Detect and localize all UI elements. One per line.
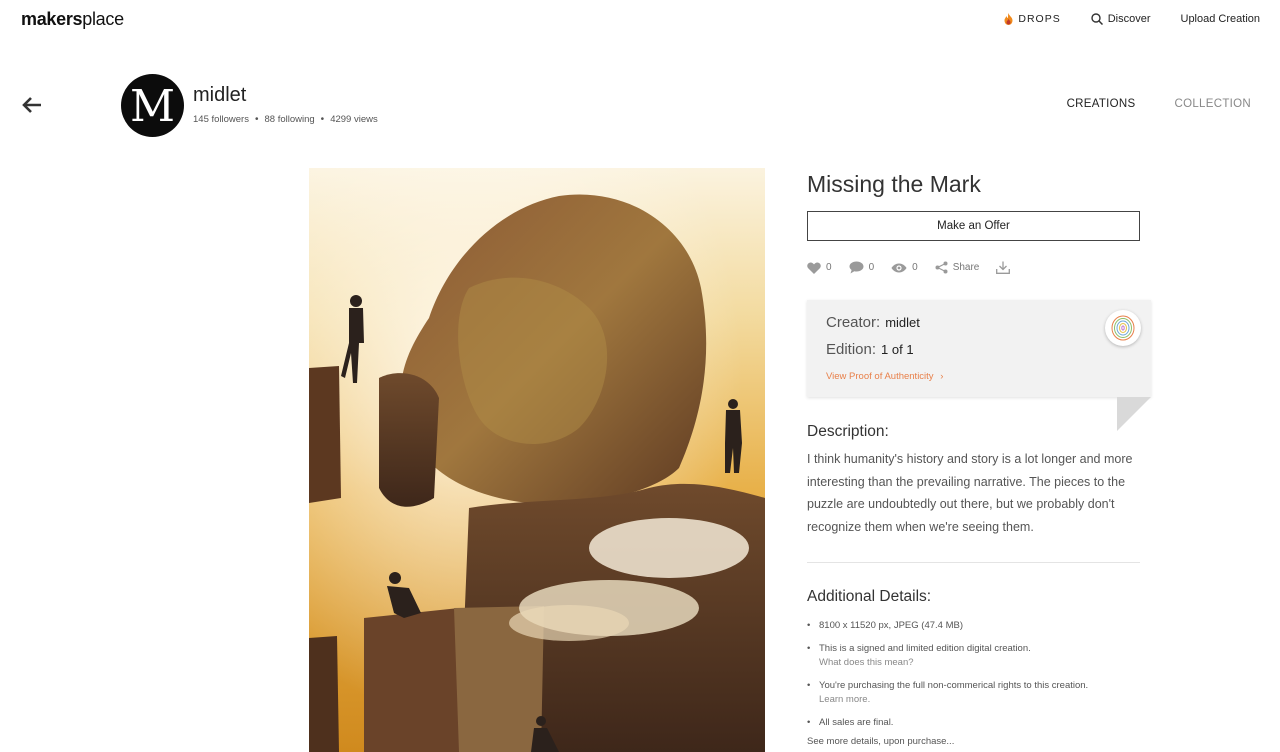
edition-value: 1 of 1 (881, 342, 914, 357)
description-heading: Description: (807, 423, 889, 440)
edition-label: Edition: (826, 341, 877, 358)
flame-icon (1004, 13, 1013, 25)
share-action[interactable]: Share (935, 261, 980, 274)
followers-count[interactable]: 145 followers (193, 114, 249, 125)
profile-tabs: CREATIONS COLLECTION (1028, 98, 1251, 110)
comment-action[interactable]: 0 (849, 261, 875, 274)
tab-collection[interactable]: COLLECTION (1175, 98, 1252, 110)
what-does-this-mean-link[interactable]: What does this mean? (819, 656, 1147, 670)
view-count: 0 (912, 262, 918, 273)
view-proof-link[interactable]: View Proof of Authenticity › (826, 371, 943, 382)
detail-rights: You're purchasing the full non-commerica… (819, 680, 1089, 691)
profile-stats: 145 followers • 88 following • 4299 view… (193, 114, 378, 125)
profile-username[interactable]: midlet (193, 84, 246, 107)
creation-title: Missing the Mark (807, 171, 981, 197)
eye-icon (891, 263, 907, 272)
separator-dot: • (320, 114, 325, 125)
artwork-image[interactable] (309, 168, 765, 752)
card-fold-corner (1117, 397, 1151, 431)
list-item: This is a signed and limited edition dig… (807, 642, 1147, 670)
views-action: 0 (891, 262, 918, 273)
heart-icon (807, 262, 821, 274)
back-arrow-icon[interactable] (21, 95, 43, 115)
download-icon (996, 261, 1011, 274)
make-offer-button[interactable]: Make an Offer (807, 211, 1140, 241)
separator-dot: • (254, 114, 259, 125)
makersplace-logo[interactable]: makersplace (21, 9, 124, 30)
detail-file-info: 8100 x 11520 px, JPEG (47.4 MB) (819, 620, 963, 631)
creator-value[interactable]: midlet (885, 315, 920, 330)
section-divider (807, 562, 1140, 563)
share-icon (935, 261, 948, 274)
nav-discover-label: Discover (1107, 13, 1151, 25)
detail-signed-edition: This is a signed and limited edition dig… (819, 643, 1031, 654)
nav-discover[interactable]: Discover (1091, 13, 1151, 25)
views-count: 4299 views (330, 114, 378, 125)
learn-more-link[interactable]: Learn more. (819, 693, 1147, 707)
share-label: Share (952, 262, 980, 273)
list-item: You're purchasing the full non-commerica… (807, 679, 1147, 707)
additional-details-list: 8100 x 11520 px, JPEG (47.4 MB) This is … (807, 619, 1147, 739)
edition-row: Edition: 1 of 1 (826, 341, 914, 358)
additional-details-heading: Additional Details: (807, 588, 932, 605)
nav-drops-label: DROPS (1018, 13, 1061, 25)
top-navbar: makersplace DROPS Discover Upload Creati… (0, 0, 1280, 40)
download-action[interactable] (996, 261, 1015, 274)
avatar-letter: M (129, 80, 176, 132)
following-count[interactable]: 88 following (265, 114, 315, 125)
tab-creations[interactable]: CREATIONS (1067, 98, 1136, 110)
nav-links: DROPS Discover Upload Creation (974, 13, 1260, 25)
proof-link-label: View Proof of Authenticity (826, 371, 934, 382)
list-item: 8100 x 11520 px, JPEG (47.4 MB) (807, 619, 1147, 633)
see-more-details-link[interactable]: See more details, upon purchase... (807, 736, 954, 747)
fingerprint-icon[interactable] (1105, 310, 1141, 346)
creator-label: Creator: (826, 314, 881, 331)
nav-upload-creation[interactable]: Upload Creation (1181, 13, 1261, 25)
detail-sales-final: All sales are final. (819, 717, 894, 728)
nav-drops[interactable]: DROPS (1004, 13, 1060, 25)
creator-avatar[interactable]: M (121, 74, 184, 137)
creation-actions: 0 0 0 Share (807, 261, 1032, 274)
description-text: I think humanity's history and story is … (807, 452, 1133, 534)
list-item: All sales are final. (807, 716, 1147, 730)
like-action[interactable]: 0 (807, 262, 832, 274)
search-icon (1091, 13, 1103, 25)
comment-icon (849, 261, 864, 274)
comment-count: 0 (868, 262, 875, 273)
chevron-right-icon: › (940, 371, 944, 382)
creation-info-card: Creator: midlet Edition: 1 of 1 View Pro… (807, 300, 1151, 397)
like-count: 0 (826, 262, 832, 273)
creator-row: Creator: midlet (826, 314, 920, 331)
nav-upload-label: Upload Creation (1180, 13, 1261, 25)
